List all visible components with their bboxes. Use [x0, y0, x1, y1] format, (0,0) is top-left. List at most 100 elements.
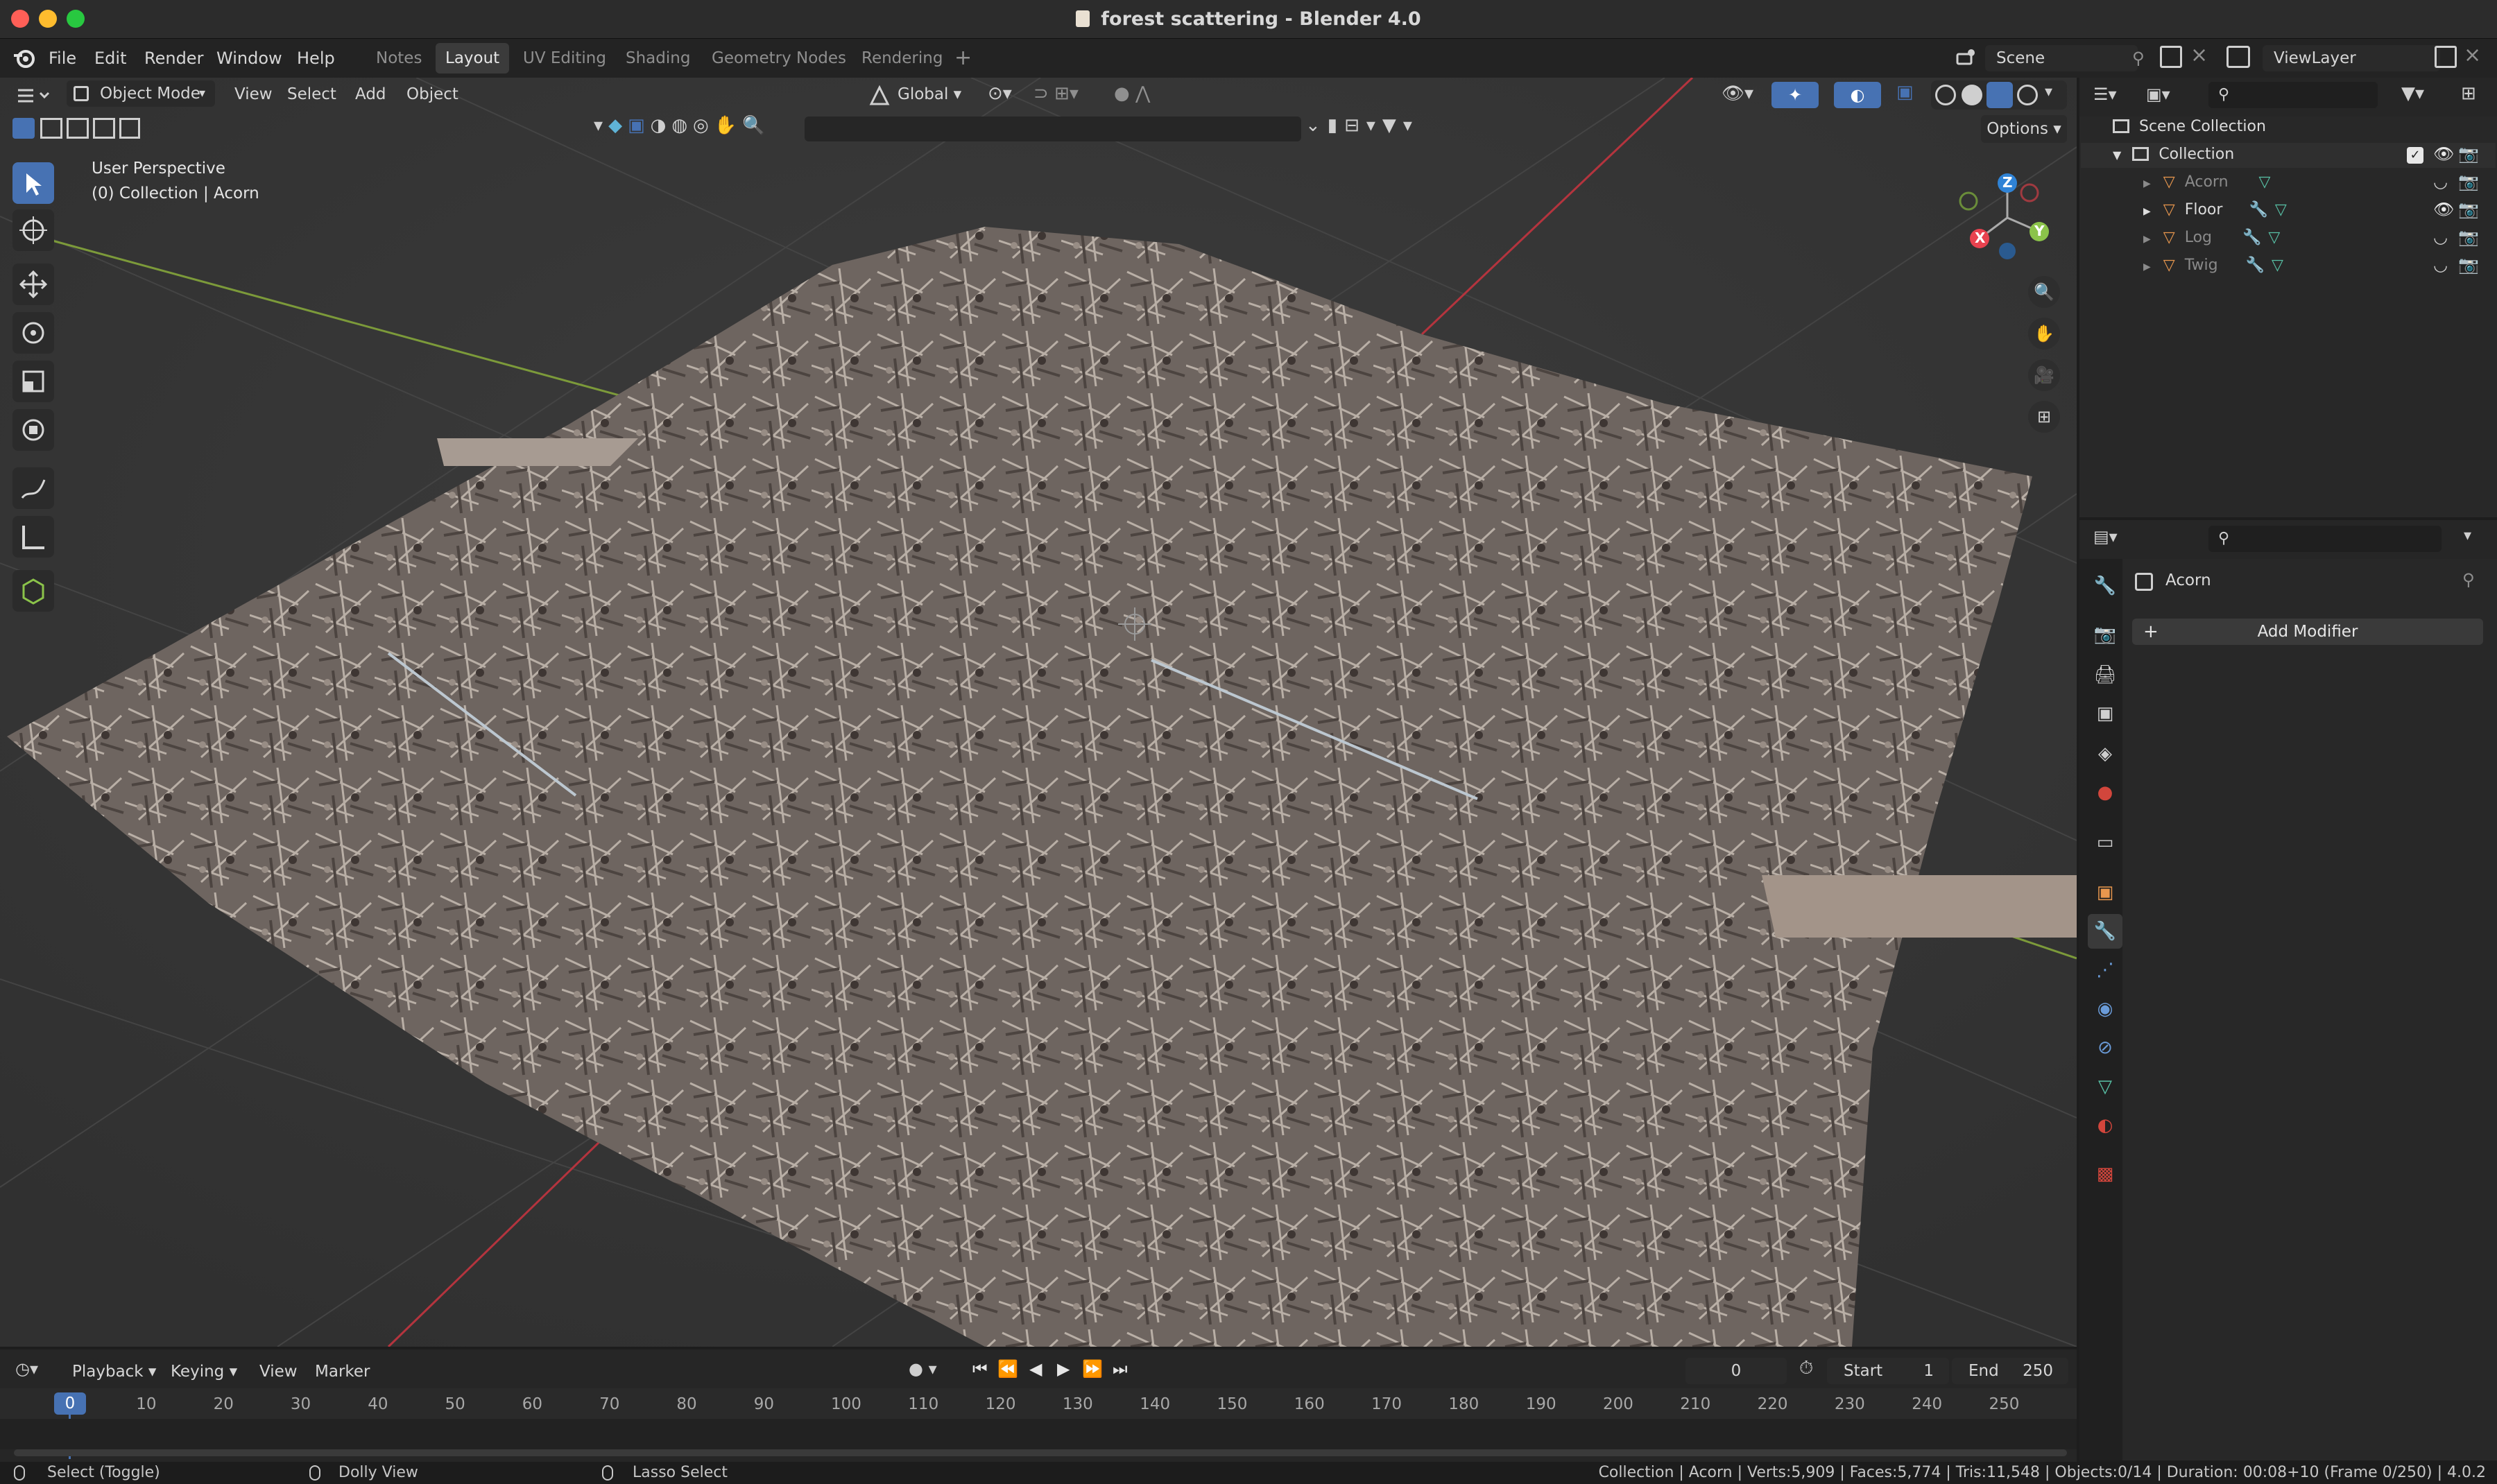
- end-frame-field[interactable]: End 250: [1952, 1358, 2068, 1384]
- pin-scene-icon[interactable]: ⚲: [2132, 49, 2145, 68]
- select-box-tool[interactable]: [12, 162, 54, 204]
- select-mode-group[interactable]: [12, 115, 140, 141]
- select-invert-icon[interactable]: [93, 118, 115, 139]
- bookmark-filter-icons[interactable]: ⌄▮⊟▾▼▾: [1305, 115, 1444, 143]
- overlay-toggle-icon[interactable]: ◐: [1834, 82, 1881, 108]
- jump-to-start-icon[interactable]: ⏮: [972, 1359, 988, 1379]
- select-subtract-icon[interactable]: [67, 118, 89, 139]
- delete-scene-icon[interactable]: ×: [2190, 43, 2208, 67]
- tool-properties-tab-icon[interactable]: 🔧: [2088, 569, 2122, 603]
- properties-editor-type-icon[interactable]: ▤▾: [2093, 527, 2135, 551]
- tab-uv-editing[interactable]: UV Editing: [513, 43, 616, 74]
- outliner-display-mode-icon[interactable]: ▣▾: [2146, 85, 2188, 108]
- select-extend-icon[interactable]: [40, 118, 62, 139]
- cursor-tool[interactable]: [12, 209, 54, 251]
- menu-window[interactable]: Window: [216, 39, 282, 78]
- viewport-search-field[interactable]: [805, 117, 1301, 141]
- delete-view-layer-icon[interactable]: ×: [2464, 43, 2481, 67]
- menu-view[interactable]: View: [234, 80, 273, 108]
- shading-mode-group[interactable]: ▾: [1931, 80, 2067, 110]
- jump-to-end-icon[interactable]: ⏭: [1113, 1359, 1128, 1379]
- gizmo-toggle-icon[interactable]: ✦: [1771, 82, 1819, 108]
- physics-properties-tab-icon[interactable]: ◉: [2088, 992, 2122, 1026]
- tab-layout[interactable]: Layout: [436, 43, 510, 74]
- menu-edit[interactable]: Edit: [94, 39, 126, 78]
- output-properties-tab-icon[interactable]: 🖨: [2088, 657, 2122, 692]
- menu-object[interactable]: Object: [406, 80, 458, 108]
- outliner-object-twig[interactable]: ▶ ▽ Twig 🔧 ▽: [2143, 255, 2283, 276]
- twig-render-camera-icon[interactable]: 📷: [2458, 255, 2479, 275]
- outliner-editor-type-icon[interactable]: ☰▾: [2093, 85, 2135, 108]
- jump-to-keyframe-forward-icon[interactable]: ⏩: [1082, 1359, 1103, 1379]
- properties-options-chevron-icon[interactable]: ▾: [2464, 527, 2471, 544]
- outliner-object-acorn[interactable]: ▶ ▽ Acorn ▽: [2143, 172, 2270, 193]
- texture-properties-tab-icon[interactable]: ▩: [2088, 1157, 2122, 1191]
- visibility-icon[interactable]: 👁▾: [1722, 83, 1758, 107]
- 3d-viewport[interactable]: [0, 78, 2077, 1347]
- measure-tool[interactable]: [12, 516, 54, 558]
- object-mode-dropdown[interactable]: Object Mode ▾: [67, 80, 215, 107]
- auto-keying-button[interactable]: ● ▾: [909, 1359, 943, 1383]
- outliner-collection-row[interactable]: ▼ Collection: [2113, 144, 2234, 165]
- menu-keying[interactable]: Keying ▾: [171, 1358, 237, 1386]
- rotate-tool[interactable]: [12, 312, 54, 354]
- pivot-point-icon[interactable]: ⊙▾: [988, 83, 1029, 107]
- menu-help[interactable]: Help: [297, 39, 335, 78]
- transform-orientation-dropdown[interactable]: Global ▾: [898, 80, 971, 108]
- constraints-properties-tab-icon[interactable]: ⊘: [2088, 1030, 2122, 1065]
- solid-shading-icon[interactable]: [1962, 85, 1982, 105]
- transform-tool[interactable]: [12, 409, 54, 451]
- timeline-editor-type-icon[interactable]: ◷▾: [15, 1359, 54, 1383]
- camera-view-icon[interactable]: 🎥: [2028, 359, 2060, 391]
- floor-visibility-eye-icon[interactable]: 👁: [2433, 200, 2454, 219]
- filter-visibility-icons[interactable]: ▾◆▣◑◍◎✋🔍: [594, 115, 795, 143]
- log-mesh-right[interactable]: [1762, 875, 2077, 938]
- annotate-tool[interactable]: [12, 467, 54, 509]
- preview-range-icon[interactable]: ⏱: [1799, 1358, 1813, 1379]
- menu-marker[interactable]: Marker: [315, 1358, 370, 1386]
- start-frame-field[interactable]: Start 1: [1827, 1358, 1949, 1384]
- expand-chevron-icon[interactable]: ▶: [2143, 261, 2151, 273]
- xray-toggle-icon[interactable]: ▣: [1896, 82, 1924, 108]
- tab-shading[interactable]: Shading: [616, 43, 700, 74]
- modifier-properties-tab-icon[interactable]: 🔧: [2088, 914, 2122, 949]
- twig-hidden-icon[interactable]: ◡: [2433, 255, 2448, 275]
- play-icon[interactable]: ▶: [1057, 1359, 1070, 1379]
- particles-properties-tab-icon[interactable]: ⋰: [2088, 953, 2122, 987]
- select-new-icon[interactable]: [12, 118, 35, 139]
- snap-icon[interactable]: ⊃ ⊞▾: [1033, 83, 1110, 107]
- menu-file[interactable]: File: [49, 39, 76, 78]
- menu-playback[interactable]: Playback ▾: [72, 1358, 156, 1386]
- acorn-hidden-icon[interactable]: ◡: [2433, 172, 2448, 191]
- material-preview-icon[interactable]: [1987, 82, 2013, 108]
- menu-timeline-view[interactable]: View: [259, 1358, 298, 1386]
- move-tool[interactable]: [12, 264, 54, 305]
- play-reverse-icon[interactable]: ◀: [1029, 1359, 1042, 1379]
- new-view-layer-icon[interactable]: [2435, 46, 2457, 68]
- world-properties-tab-icon[interactable]: ●: [2088, 775, 2122, 810]
- options-dropdown[interactable]: Options ▾: [1981, 115, 2067, 143]
- menu-render[interactable]: Render: [144, 39, 203, 78]
- new-collection-icon[interactable]: ⊞: [2461, 83, 2476, 104]
- log-mesh-left[interactable]: [437, 438, 638, 466]
- outliner-filter-icon[interactable]: ▼▾: [2401, 83, 2424, 104]
- collection-visibility-eye-icon[interactable]: 👁: [2433, 144, 2454, 164]
- collection-checkbox[interactable]: ✓: [2407, 147, 2423, 164]
- log-render-camera-icon[interactable]: 📷: [2458, 227, 2479, 247]
- log-hidden-icon[interactable]: ◡: [2433, 227, 2448, 247]
- pan-view-icon[interactable]: ✋: [2028, 318, 2060, 350]
- tab-geometry-nodes[interactable]: Geometry Nodes: [702, 43, 856, 74]
- scene-properties-tab-icon[interactable]: ◈: [2088, 736, 2122, 771]
- menu-add[interactable]: Add: [355, 80, 386, 108]
- floor-render-camera-icon[interactable]: 📷: [2458, 200, 2479, 219]
- view-layer-properties-tab-icon[interactable]: ▣: [2088, 696, 2122, 731]
- properties-search-field[interactable]: ⚲: [2208, 526, 2442, 552]
- new-scene-icon[interactable]: [2160, 46, 2182, 68]
- rendered-shading-icon[interactable]: [2017, 85, 2038, 105]
- select-intersect-icon[interactable]: [119, 118, 140, 139]
- navigation-gizmo[interactable]: Z Y X: [1952, 169, 2063, 266]
- add-modifier-button[interactable]: + Add Modifier: [2132, 619, 2483, 645]
- menu-select[interactable]: Select: [287, 80, 336, 108]
- wireframe-shading-icon[interactable]: [1935, 85, 1956, 105]
- scale-tool[interactable]: [12, 361, 54, 402]
